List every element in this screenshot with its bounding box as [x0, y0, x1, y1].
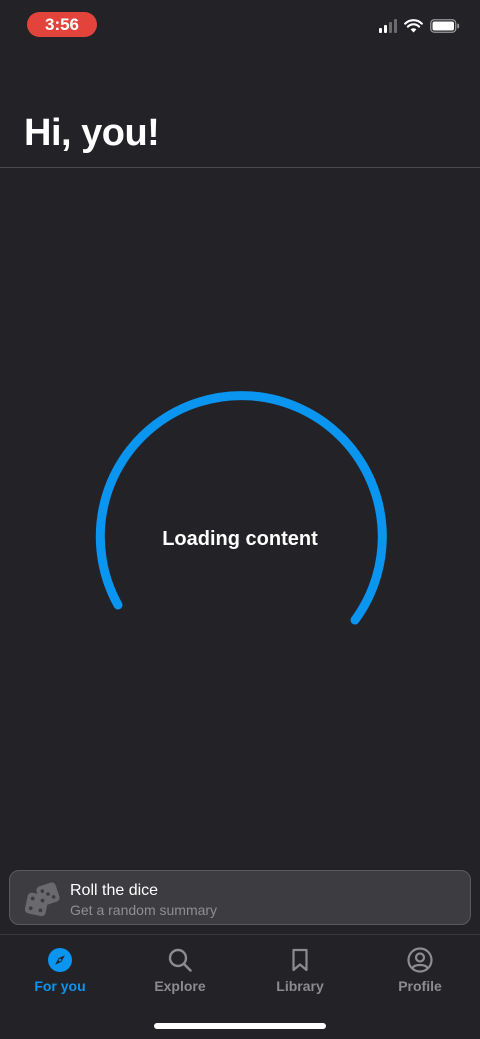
- header-divider: [0, 167, 480, 168]
- status-icons: [379, 19, 460, 33]
- loading-text: Loading content: [162, 528, 318, 550]
- home-indicator[interactable]: [154, 1023, 326, 1029]
- wifi-icon: [404, 19, 423, 33]
- tab-label-profile: Profile: [398, 978, 442, 994]
- loading-spinner-arc: [95, 391, 387, 625]
- compass-icon: [48, 948, 72, 972]
- dice-card-subtitle: Get a random summary: [70, 902, 218, 918]
- status-bar: 3:56: [0, 0, 480, 48]
- tab-profile[interactable]: Profile: [360, 935, 480, 1005]
- tab-label-library: Library: [276, 978, 324, 994]
- tab-label-explore: Explore: [154, 978, 206, 994]
- search-icon: [168, 948, 192, 972]
- roll-the-dice-card[interactable]: Roll the dice Get a random summary: [9, 870, 471, 925]
- status-time: 3:56: [27, 12, 97, 37]
- battery-icon: [430, 19, 460, 33]
- cellular-signal-icon: [379, 19, 397, 33]
- dice-card-title: Roll the dice: [70, 882, 159, 899]
- tab-for-you[interactable]: For you: [0, 935, 120, 1005]
- bookmark-icon: [292, 948, 308, 972]
- profile-icon: [407, 947, 433, 973]
- page-title: Hi, you!: [24, 112, 160, 154]
- tab-explore[interactable]: Explore: [120, 935, 240, 1005]
- tab-label-for-you: For you: [34, 978, 86, 994]
- dice-icon: [24, 882, 60, 917]
- loading-indicator: Loading content: [90, 390, 390, 630]
- tab-bar: For you Explore Library Profile: [0, 935, 480, 1005]
- tab-library[interactable]: Library: [240, 935, 360, 1005]
